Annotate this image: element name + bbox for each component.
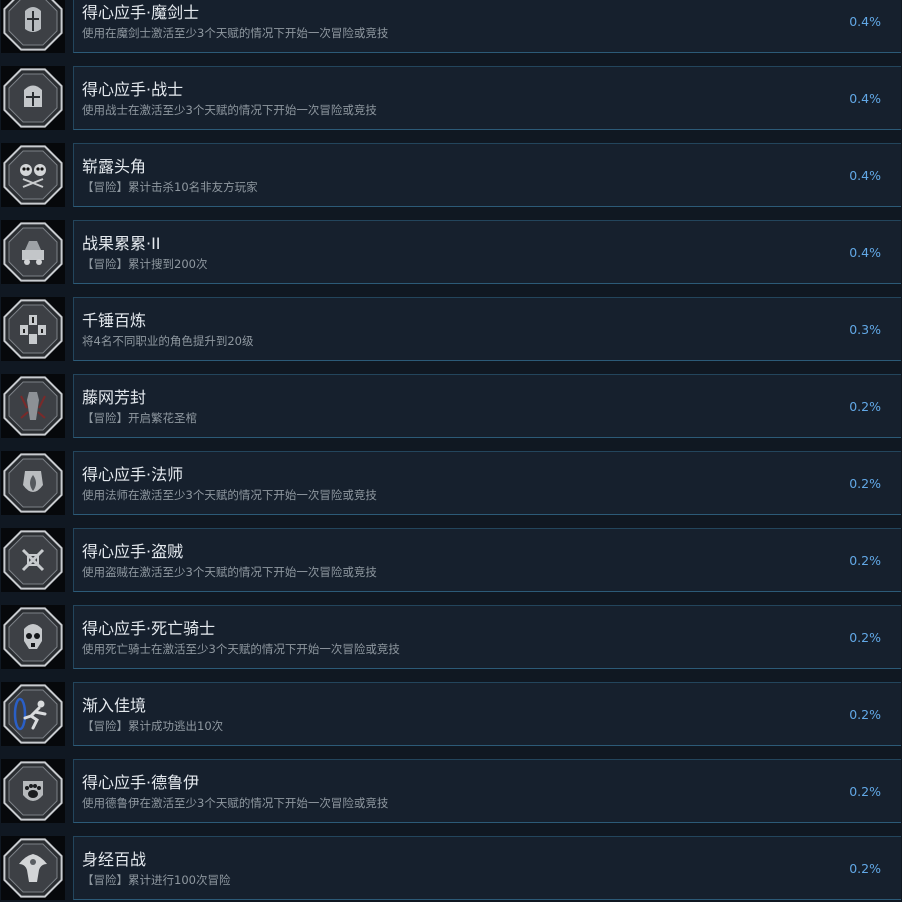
achievement-description: 【冒险】累计搜到200次 — [82, 257, 208, 271]
achievement-card: 得心应手·死亡骑士使用死亡骑士在激活至少3个天赋的情况下开始一次冒险或竞技 0.2… — [73, 605, 901, 669]
achievement-title: 得心应手·德鲁伊 — [82, 773, 200, 792]
wizard-flame-icon — [3, 453, 63, 513]
achievement-icon-frame — [1, 220, 65, 284]
achievement-description: 使用在魔剑士激活至少3个天赋的情况下开始一次冒险或竞技 — [82, 26, 389, 40]
achievement-unlock-percentage: 0.2% — [849, 861, 881, 876]
achievement-title: 崭露头角 — [82, 157, 147, 176]
achievement-description: 【冒险】累计击杀10名非友方玩家 — [82, 180, 258, 194]
phoenix-warrior-icon — [3, 838, 63, 898]
achievement-icon-frame — [1, 374, 65, 438]
achievement-card: 得心应手·盗贼使用盗贼在激活至少3个天赋的情况下开始一次冒险或竞技 0.2% — [73, 528, 901, 592]
achievement-unlock-percentage: 0.2% — [849, 476, 881, 491]
achievement-title: 得心应手·盗贼 — [82, 542, 184, 561]
four-class-emblems-icon — [3, 299, 63, 359]
achievement-unlock-percentage: 0.4% — [849, 245, 881, 260]
achievement-row[interactable]: 藤网芳封【冒险】开启繁花圣棺 0.2% — [0, 374, 902, 440]
achievement-icon-frame — [1, 759, 65, 823]
achievement-row[interactable]: 战果累累·II 【冒险】累计搜到200次 0.4% — [0, 220, 902, 286]
achievement-unlock-percentage: 0.2% — [849, 784, 881, 799]
thorned-coffin-icon — [3, 376, 63, 436]
achievement-row[interactable]: 得心应手·法师使用法师在激活至少3个天赋的情况下开始一次冒险或竞技 0.2% — [0, 451, 902, 517]
achievement-card: 身经百战【冒险】累计进行100次冒险 0.2% — [73, 836, 901, 900]
skulls-swords-icon — [3, 145, 63, 205]
achievement-card: 得心应手·战士使用战士在激活至少3个天赋的情况下开始一次冒险或竞技 0.4% — [73, 66, 901, 130]
achievement-row[interactable]: 崭露头角【冒险】累计击杀10名非友方玩家 0.4% — [0, 143, 902, 209]
achievement-card: 得心应手·魔剑士使用在魔剑士激活至少3个天赋的情况下开始一次冒险或竞技 0.4% — [73, 0, 901, 53]
death-knight-skull-icon — [3, 607, 63, 667]
achievement-title: 渐入佳境 — [82, 696, 147, 715]
druid-paw-icon — [3, 761, 63, 821]
achievement-title: 得心应手·魔剑士 — [82, 3, 200, 22]
crossed-daggers-icon — [3, 530, 63, 590]
achievement-icon-frame — [1, 836, 65, 900]
achievement-icon-frame — [1, 528, 65, 592]
achievement-description: 【冒险】开启繁花圣棺 — [82, 411, 197, 425]
achievement-card: 得心应手·德鲁伊使用德鲁伊在激活至少3个天赋的情况下开始一次冒险或竞技 0.2% — [73, 759, 901, 823]
achievement-title: 得心应手·死亡骑士 — [82, 619, 216, 638]
achievement-icon-frame — [1, 297, 65, 361]
achievement-card: 千锤百炼将4名不同职业的角色提升到20级 0.3% — [73, 297, 901, 361]
achievement-title: 得心应手·法师 — [82, 465, 184, 484]
achievement-card: 崭露头角【冒险】累计击杀10名非友方玩家 0.4% — [73, 143, 901, 207]
achievement-title: 身经百战 — [82, 850, 147, 869]
achievement-description: 使用法师在激活至少3个天赋的情况下开始一次冒险或竞技 — [82, 488, 377, 502]
treasure-cart-icon — [3, 222, 63, 282]
escape-portal-icon — [3, 684, 63, 744]
achievement-row[interactable]: 得心应手·德鲁伊使用德鲁伊在激活至少3个天赋的情况下开始一次冒险或竞技 0.2% — [0, 759, 902, 825]
achievement-card: 战果累累·II 【冒险】累计搜到200次 0.4% — [73, 220, 901, 284]
achievement-title: 藤网芳封 — [82, 388, 147, 407]
achievement-description: 【冒险】累计成功逃出10次 — [82, 719, 224, 733]
achievement-row[interactable]: 渐入佳境【冒险】累计成功逃出10次 0.2% — [0, 682, 902, 748]
dark-knight-helmet-icon — [3, 0, 63, 51]
achievement-description: 使用战士在激活至少3个天赋的情况下开始一次冒险或竞技 — [82, 103, 377, 117]
achievement-icon-frame — [1, 143, 65, 207]
achievement-unlock-percentage: 0.4% — [849, 14, 881, 29]
achievement-row[interactable]: 得心应手·战士使用战士在激活至少3个天赋的情况下开始一次冒险或竞技 0.4% — [0, 66, 902, 132]
achievement-icon-frame — [1, 605, 65, 669]
achievement-description: 将4名不同职业的角色提升到20级 — [82, 334, 254, 348]
achievement-description: 使用盗贼在激活至少3个天赋的情况下开始一次冒险或竞技 — [82, 565, 377, 579]
achievement-row[interactable]: 得心应手·魔剑士使用在魔剑士激活至少3个天赋的情况下开始一次冒险或竞技 0.4% — [0, 0, 902, 55]
achievement-unlock-percentage: 0.4% — [849, 91, 881, 106]
achievement-icon-frame — [1, 0, 65, 53]
achievement-unlock-percentage: 0.2% — [849, 630, 881, 645]
achievement-card: 渐入佳境【冒险】累计成功逃出10次 0.2% — [73, 682, 901, 746]
achievement-icon-frame — [1, 66, 65, 130]
achievement-row[interactable]: 得心应手·死亡骑士使用死亡骑士在激活至少3个天赋的情况下开始一次冒险或竞技 0.2… — [0, 605, 902, 671]
fighter-helmet-icon — [3, 68, 63, 128]
achievement-icon-frame — [1, 682, 65, 746]
achievement-title: 千锤百炼 — [82, 311, 147, 330]
achievement-title: 战果累累·II — [82, 234, 161, 253]
achievement-description: 使用死亡骑士在激活至少3个天赋的情况下开始一次冒险或竞技 — [82, 642, 400, 656]
achievement-row[interactable]: 千锤百炼将4名不同职业的角色提升到20级 0.3% — [0, 297, 902, 363]
achievement-card: 藤网芳封【冒险】开启繁花圣棺 0.2% — [73, 374, 901, 438]
achievement-row[interactable]: 得心应手·盗贼使用盗贼在激活至少3个天赋的情况下开始一次冒险或竞技 0.2% — [0, 528, 902, 594]
achievement-card: 得心应手·法师使用法师在激活至少3个天赋的情况下开始一次冒险或竞技 0.2% — [73, 451, 901, 515]
achievement-unlock-percentage: 0.3% — [849, 322, 881, 337]
achievement-description: 【冒险】累计进行100次冒险 — [82, 873, 231, 887]
achievement-row[interactable]: 身经百战【冒险】累计进行100次冒险 0.2% — [0, 836, 902, 902]
achievement-unlock-percentage: 0.4% — [849, 168, 881, 183]
achievement-unlock-percentage: 0.2% — [849, 707, 881, 722]
achievement-description: 使用德鲁伊在激活至少3个天赋的情况下开始一次冒险或竞技 — [82, 796, 389, 810]
achievement-icon-frame — [1, 451, 65, 515]
achievement-unlock-percentage: 0.2% — [849, 399, 881, 414]
achievement-unlock-percentage: 0.2% — [849, 553, 881, 568]
achievement-title: 得心应手·战士 — [82, 80, 184, 99]
